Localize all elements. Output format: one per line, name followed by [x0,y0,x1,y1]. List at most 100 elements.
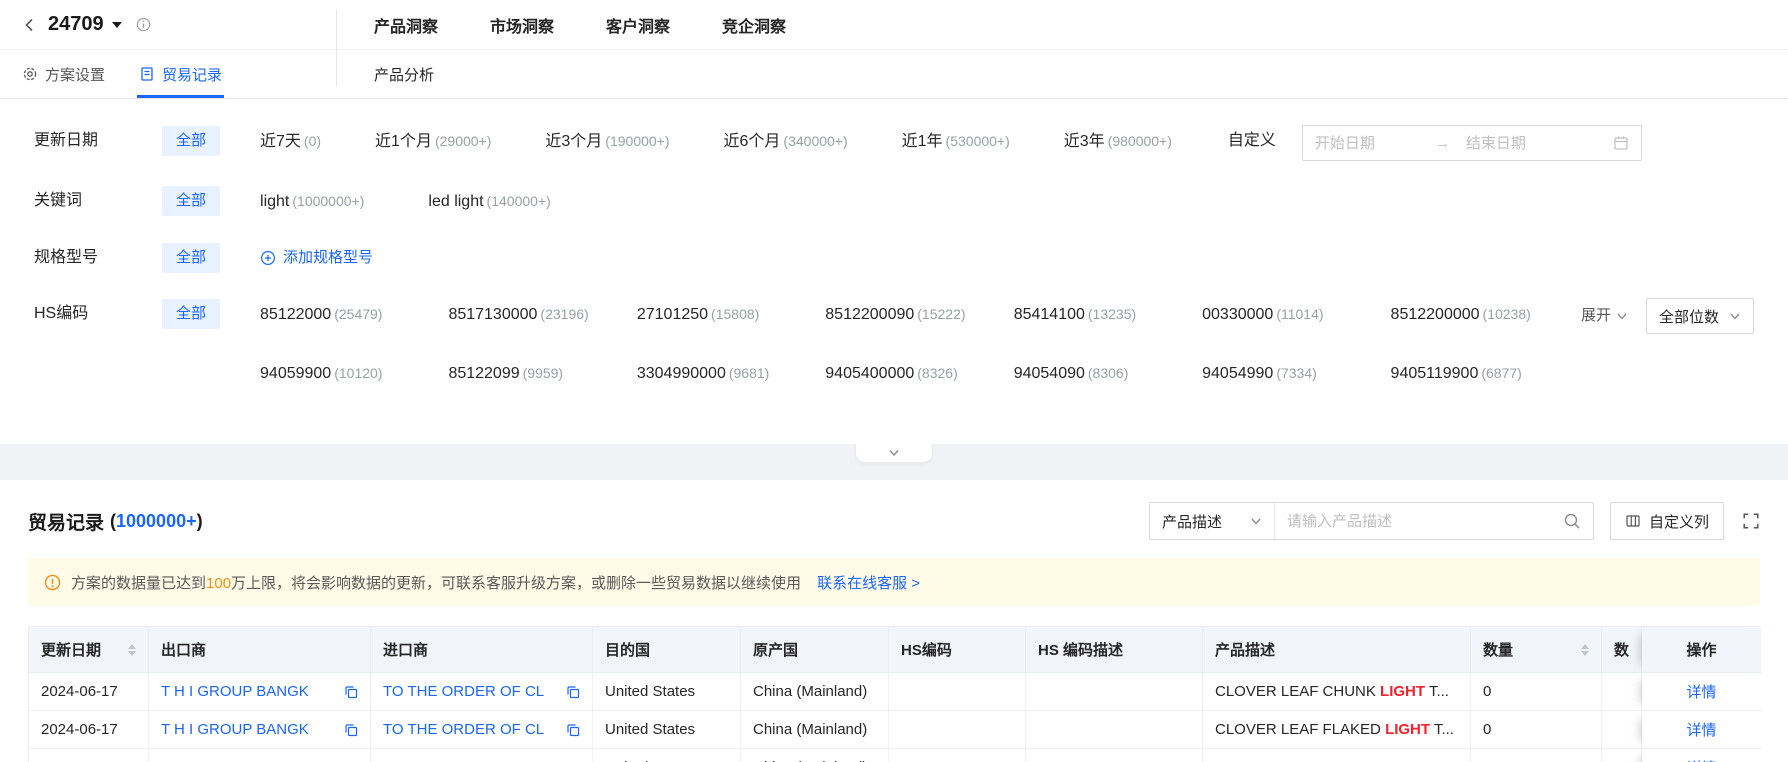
trade-records-table: 更新日期 出口商 进口商 目的国 原产国 HS编码 HS 编码描述 产品描述 数… [28,626,1761,762]
hs-digits-select[interactable]: 全部位数 [1645,298,1754,334]
hs-code: 9405119900 [1390,365,1479,382]
hs-code-option[interactable]: 94054090 (8306) [1014,357,1190,390]
hs-code-option[interactable]: 27101250 (15808) [637,298,813,331]
tab-competitor-insight[interactable]: 竞企洞察 [722,13,786,37]
action-cell: 详情 [1642,711,1761,749]
keyword-option[interactable]: light (1000000+) [260,185,364,218]
hs-digits-value: 全部位数 [1658,308,1719,326]
filter-panel: 更新日期 全部 近7天 (0) 近1个月 (29000+) 近3个月 (190000+… [0,99,1788,463]
tab-market-insight[interactable]: 市场洞察 [490,13,554,37]
custom-date-label[interactable]: 自定义 [1228,125,1276,157]
search-icon[interactable] [1563,512,1581,530]
table-row: 2024-06-17 T H I GROUP BANGK TO THE ORDE… [29,749,1761,762]
start-date-input[interactable] [1314,134,1433,152]
hs-count: (11014) [1276,306,1324,322]
product-desc-cell: CLOVER LEAF CHUNK LIGHT T... [1203,749,1471,762]
hs-count: (8306) [1087,365,1129,381]
warning-text-post: 万上限，将会影响数据的更新，可联系客服升级方案，或删除一些贸易数据以继续使用 [231,574,802,592]
importer-link[interactable]: TO THE ORDER OF CL [383,683,544,700]
add-spec-button[interactable]: 添加规格型号 [260,242,373,274]
detail-link[interactable]: 详情 [1686,684,1716,701]
date-range-picker[interactable]: → [1301,125,1642,161]
search-input-wrap [1275,503,1593,539]
expand-toggle[interactable]: 展开 [1581,298,1628,334]
date-option[interactable]: 近1个月 (29000+) [375,125,491,158]
custom-columns-button[interactable]: 自定义列 [1609,502,1724,540]
hs-count: (8326) [917,365,958,381]
hs-code-option[interactable]: 00330000 (11014) [1202,298,1378,331]
th-label: 原产国 [753,642,799,659]
filter-row-hs-code: HS编码 全部 85122000 (25479) 8517130000 (23196… [0,298,1788,390]
sort-icon[interactable] [128,643,136,656]
tab-plan-settings[interactable]: 方案设置 [22,50,105,98]
hs-code-option[interactable]: 3304990000 (9681) [637,357,813,390]
hs-count: (9959) [522,365,564,381]
collapse-filters-tab[interactable] [855,444,933,463]
filter-all-chip[interactable]: 全部 [162,126,221,156]
clipped-cell [1602,749,1642,762]
fullscreen-icon[interactable] [1742,512,1760,530]
info-icon[interactable] [136,17,151,32]
th-label: 数 [1614,642,1630,659]
plan-id[interactable]: 24709 [48,13,104,36]
origin-cell: China (Mainland) [741,673,889,711]
quantity-cell: 0 [1471,673,1602,711]
search-type-value: 产品描述 [1161,513,1222,531]
update-date-cell: 2024-06-17 [29,711,149,749]
importer-cell: TO THE ORDER OF CL [371,711,593,749]
hs-code-option[interactable]: 85122000 (25479) [260,298,436,331]
date-option[interactable]: 近3年 (980000+) [1064,125,1172,158]
option-label: 近1年 [901,133,943,150]
hs-code-option[interactable]: 85414100 (13235) [1014,298,1190,331]
hs-code-option[interactable]: 94059900 (10120) [260,357,436,390]
keyword-option[interactable]: led light (140000+) [428,185,550,218]
warning-highlight: 100 [206,574,232,592]
option-count: (340000+) [783,133,848,149]
exporter-link[interactable]: T H I GROUP BANGK [161,721,309,738]
tab-trade-records[interactable]: 贸易记录 [137,50,225,98]
product-keyword-highlight: LIGHT [1380,683,1426,700]
detail-link[interactable]: 详情 [1686,722,1716,739]
date-option[interactable]: 近6个月 (340000+) [724,125,848,158]
search-input[interactable] [1286,512,1563,530]
exporter-link[interactable]: T H I GROUP BANGK [161,683,309,700]
th-product-desc: 产品描述 [1203,627,1471,673]
warning-text: 方案的数据量已达到100万上限，将会影响数据的更新，可联系客服升级方案，或删除一… [71,572,801,593]
importer-link[interactable]: TO THE ORDER OF CL [383,721,544,738]
contact-support-link[interactable]: 联系在线客服 > [817,572,920,593]
hs-code-option[interactable]: 8512200000 (10238) [1391,298,1567,331]
end-date-input[interactable] [1465,134,1584,152]
tab-customer-insight[interactable]: 客户洞察 [606,13,670,37]
exporter-cell: T H I GROUP BANGK [149,749,371,762]
option-count: (140000+) [486,193,551,209]
filter-label: 更新日期 [34,132,99,149]
hs-code-option[interactable]: 8517130000 (23196) [448,298,624,331]
custom-columns-label: 自定义列 [1648,513,1709,531]
search-type-select[interactable]: 产品描述 [1150,503,1275,539]
date-option[interactable]: 近7天 (0) [260,125,321,158]
hs-code-option[interactable]: 9405119900 (6877) [1391,357,1567,390]
filter-all-chip[interactable]: 全部 [162,243,221,273]
secondary-nav: 产品分析 [336,50,1788,98]
caret-down-icon[interactable] [111,22,122,33]
date-option[interactable]: 近3个月 (190000+) [545,125,669,158]
tab-product-insight[interactable]: 产品洞察 [374,13,438,37]
hs-code-option[interactable]: 8512200090 (15222) [825,298,1001,331]
copy-icon[interactable] [566,723,580,737]
table-columns-icon [1626,515,1640,527]
copy-icon[interactable] [344,685,358,699]
date-option[interactable]: 近1年 (530000+) [902,125,1010,158]
importer-cell: TO THE ORDER OF CL [371,673,593,711]
calendar-icon[interactable] [1613,135,1629,151]
hs-code-option[interactable]: 85122099 (9959) [448,357,624,390]
sort-icon[interactable] [1581,643,1589,656]
back-icon[interactable] [22,17,38,33]
hs-code-option[interactable]: 94054990 (7334) [1202,357,1378,390]
filter-all-chip[interactable]: 全部 [162,299,221,329]
hs-count: (6877) [1481,365,1522,381]
filter-all-chip[interactable]: 全部 [162,186,221,216]
copy-icon[interactable] [566,685,580,699]
tab-product-analysis[interactable]: 产品分析 [374,64,434,85]
hs-code-option[interactable]: 9405400000 (8326) [825,357,1001,390]
copy-icon[interactable] [344,723,358,737]
